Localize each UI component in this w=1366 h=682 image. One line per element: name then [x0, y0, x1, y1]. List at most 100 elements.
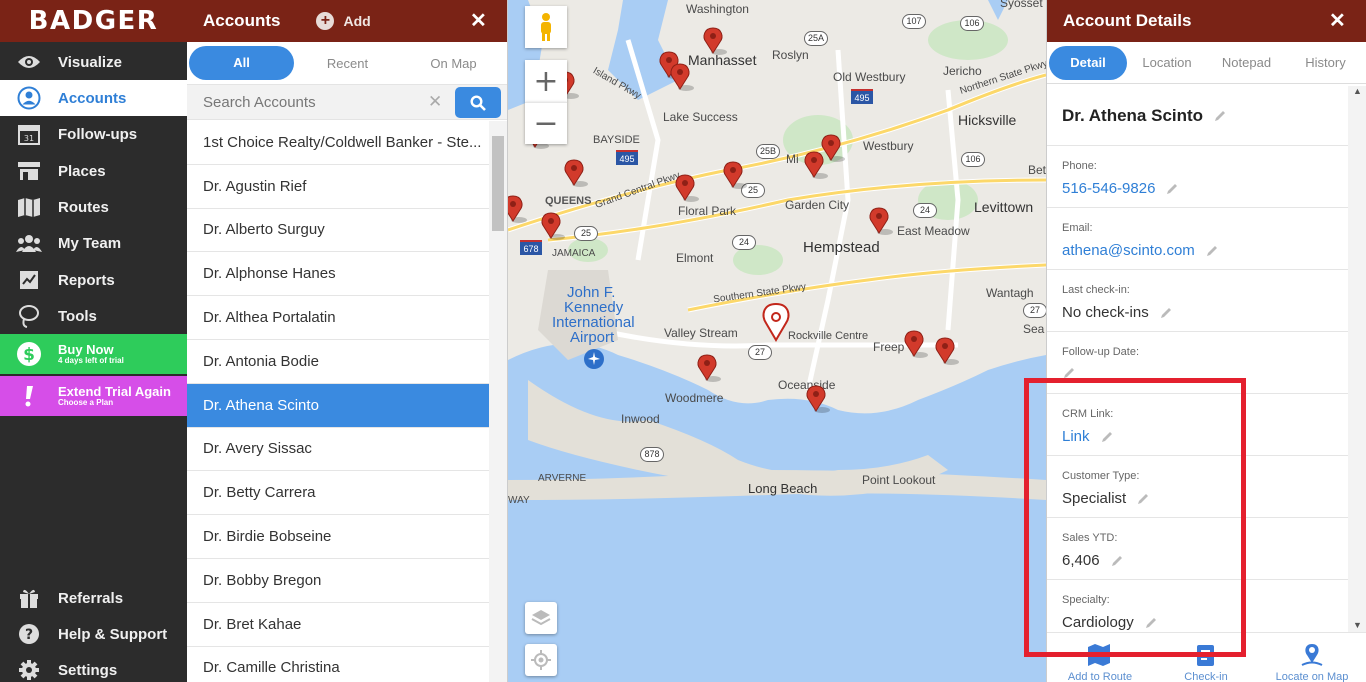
details-tabs: Detail Location Notepad History: [1047, 42, 1366, 84]
extend-trial-button[interactable]: Extend Trial Again Choose a Plan: [0, 376, 187, 416]
account-list-item[interactable]: Dr. Camille Christina: [187, 647, 490, 682]
nav-item-my-team[interactable]: My Team: [0, 225, 187, 261]
nav-label: Tools: [58, 307, 97, 325]
layers-icon[interactable]: [525, 602, 557, 634]
field-value-row: Specialist: [1062, 490, 1349, 507]
account-list-item[interactable]: Dr. Betty Carrera: [187, 471, 490, 516]
edit-pencil-icon[interactable]: [1062, 366, 1076, 380]
nav-label: Help & Support: [58, 625, 168, 643]
edit-pencil-icon[interactable]: [1205, 244, 1219, 258]
scroll-up-arrow-icon[interactable]: ▲: [1353, 86, 1362, 96]
field-value[interactable]: Link: [1062, 428, 1090, 445]
tab-on-map[interactable]: On Map: [401, 56, 506, 71]
field-label: CRM Link:: [1062, 408, 1114, 420]
nav-item-accounts[interactable]: Accounts: [0, 80, 187, 116]
account-list-item[interactable]: Dr. Avery Sissac: [187, 428, 490, 472]
edit-pencil-icon[interactable]: [1213, 109, 1227, 123]
detail-field: Sales YTD: 6,406: [1047, 518, 1349, 580]
field-value[interactable]: 516-546-9826: [1062, 180, 1155, 197]
scrollbar-thumb[interactable]: [492, 136, 504, 231]
account-list-item[interactable]: Dr. Alberto Surguy: [187, 209, 490, 253]
account-list-item[interactable]: Dr. Alphonse Hanes: [187, 252, 490, 297]
field-value[interactable]: athena@scinto.com: [1062, 242, 1195, 259]
extend-trial-title: Extend Trial Again: [58, 384, 171, 399]
route-shield: 106: [961, 152, 985, 167]
add-account-button[interactable]: + Add: [316, 12, 371, 30]
account-list-scrollbar[interactable]: [489, 121, 507, 682]
account-list-item[interactable]: Dr. Athena Scinto: [187, 383, 490, 428]
route-shield: 878: [640, 447, 664, 462]
edit-pencil-icon[interactable]: [1100, 430, 1114, 444]
map-label: ARVERNE: [538, 473, 587, 484]
edit-pencil-icon[interactable]: [1165, 182, 1179, 196]
zoom-in-button[interactable]: +: [525, 60, 567, 102]
map-view[interactable]: Washington Manhasset Roslyn Old Westbury…: [508, 0, 1046, 682]
close-icon[interactable]: ✕: [1329, 8, 1346, 33]
scroll-down-arrow-icon[interactable]: ▼: [1353, 620, 1362, 630]
app-window: BADGER Visualize Accounts 31 Follow-ups …: [0, 0, 1366, 682]
nav-item-follow-ups[interactable]: 31 Follow-ups: [0, 116, 187, 152]
detail-field: Email: athena@scinto.com: [1047, 208, 1349, 270]
account-list-item[interactable]: Dr. Agustin Rief: [187, 165, 490, 209]
field-label: Phone:: [1062, 160, 1097, 172]
tab-notepad[interactable]: Notepad: [1207, 55, 1286, 70]
map-fold-icon: [0, 197, 58, 217]
nav-item-referrals[interactable]: Referrals: [0, 580, 187, 616]
tab-detail[interactable]: Detail: [1049, 45, 1127, 80]
map-label: BAYSIDE: [593, 134, 640, 146]
map-label: Levittown: [974, 199, 1034, 215]
zoom-out-button[interactable]: −: [525, 102, 567, 144]
map-label: East Meadow: [897, 224, 970, 238]
account-list-item[interactable]: Dr. Althea Portalatin: [187, 296, 490, 340]
nav-item-settings[interactable]: Settings: [0, 652, 187, 682]
account-list-item[interactable]: Dr. Bobby Bregon: [187, 559, 490, 603]
search-button[interactable]: [455, 87, 501, 118]
nav-label: Referrals: [58, 589, 124, 607]
nav-item-places[interactable]: Places: [0, 153, 187, 189]
field-value-row: No check-ins: [1062, 304, 1349, 321]
map-label: Long Beach: [748, 481, 818, 496]
details-header: Account Details ✕: [1047, 0, 1366, 42]
sidebar-nav: BADGER Visualize Accounts 31 Follow-ups …: [0, 0, 187, 682]
account-list-item[interactable]: 1st Choice Realty/Coldwell Banker - Ste.…: [187, 121, 490, 165]
search-input[interactable]: [187, 93, 417, 111]
map-label: Inwood: [621, 412, 660, 426]
tab-all[interactable]: All: [189, 46, 294, 80]
nav-label: Places: [58, 162, 106, 180]
edit-pencil-icon[interactable]: [1136, 492, 1150, 506]
edit-pencil-icon[interactable]: [1110, 554, 1124, 568]
map-label: Garden City: [785, 198, 850, 212]
close-icon[interactable]: ✕: [470, 8, 487, 33]
route-shield: 27: [1023, 303, 1046, 318]
locate-on-map-button[interactable]: Locate on Map: [1259, 637, 1365, 682]
tab-recent[interactable]: Recent: [294, 56, 401, 71]
search-bar: ✕: [187, 84, 507, 120]
nav-item-visualize[interactable]: Visualize: [0, 44, 187, 80]
nav-item-tools[interactable]: Tools: [0, 298, 187, 334]
check-in-button[interactable]: Check-in: [1153, 637, 1259, 682]
detail-field: Specialty: Cardiology: [1047, 580, 1349, 632]
map-label: John F.: [567, 284, 616, 301]
tab-history[interactable]: History: [1286, 55, 1365, 70]
help-icon: ?: [0, 623, 58, 645]
my-location-icon[interactable]: [525, 644, 557, 676]
account-list-item[interactable]: Dr. Antonia Bodie: [187, 340, 490, 384]
tab-location[interactable]: Location: [1127, 55, 1207, 70]
map-label: Mi: [786, 152, 799, 166]
details-scrollbar[interactable]: ▲ ▼: [1348, 86, 1366, 632]
badger-logo[interactable]: BADGER: [0, 0, 187, 42]
add-to-route-button[interactable]: Add to Route: [1047, 637, 1153, 682]
edit-pencil-icon[interactable]: [1159, 306, 1173, 320]
field-value: Cardiology: [1062, 614, 1134, 631]
edit-pencil-icon[interactable]: [1144, 616, 1158, 630]
account-list-item[interactable]: Dr. Birdie Bobseine: [187, 515, 490, 559]
plus-icon: +: [316, 12, 335, 30]
clear-search-icon[interactable]: ✕: [428, 92, 442, 112]
buy-now-button[interactable]: $ Buy Now 4 days left of trial: [0, 334, 187, 374]
map-label: Roslyn: [772, 48, 809, 62]
street-view-pegman-icon[interactable]: [525, 6, 567, 48]
nav-item-help-support[interactable]: ? Help & Support: [0, 616, 187, 652]
nav-item-routes[interactable]: Routes: [0, 189, 187, 225]
account-list-item[interactable]: Dr. Bret Kahae: [187, 603, 490, 647]
nav-item-reports[interactable]: Reports: [0, 262, 187, 298]
